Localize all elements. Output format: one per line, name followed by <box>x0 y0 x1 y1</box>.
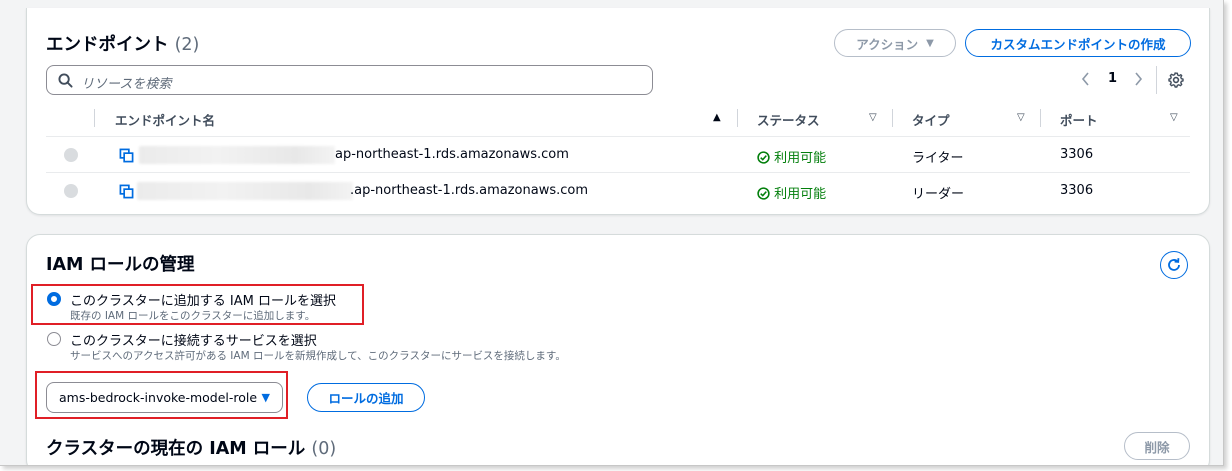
sort-icon[interactable]: ▽ <box>869 112 877 123</box>
add-role-label: ロールの追加 <box>328 391 404 406</box>
endpoint-port: 3306 <box>1060 183 1094 198</box>
search-placeholder: リソースを検索 <box>81 77 172 92</box>
search-input[interactable]: リソースを検索 <box>46 65 653 95</box>
radio-button-unselected[interactable] <box>47 332 61 346</box>
status-badge: 利用可能 <box>757 183 826 202</box>
previous-page-icon[interactable] <box>1081 72 1091 90</box>
column-separator <box>1040 109 1041 127</box>
window-frame: エンドポイント (2) アクション ▼ カスタムエンドポイントの作成 リソースを… <box>0 0 1224 466</box>
column-header-type[interactable]: タイプ <box>912 110 950 129</box>
endpoints-heading: エンドポイント (2) <box>46 31 199 56</box>
option2-label: このクラスターに接続するサービスを選択 <box>70 334 317 349</box>
redacted-endpoint-name <box>137 182 353 200</box>
column-header-port[interactable]: ポート <box>1060 110 1098 129</box>
create-custom-endpoint-label: カスタムエンドポイントの作成 <box>990 36 1166 52</box>
actions-button[interactable]: アクション ▼ <box>834 29 956 57</box>
column-header-status[interactable]: ステータス <box>757 110 820 129</box>
current-roles-count: (0) <box>311 439 337 459</box>
row-divider <box>46 172 1190 173</box>
check-circle-icon <box>757 151 770 164</box>
sort-ascending-icon[interactable]: ▲ <box>713 112 721 123</box>
sort-icon[interactable]: ▽ <box>1017 112 1025 123</box>
pager-divider <box>1156 66 1157 94</box>
status-text: 利用可能 <box>774 151 827 166</box>
refresh-icon <box>1168 258 1180 271</box>
column-separator <box>737 109 738 127</box>
column-separator <box>94 109 95 127</box>
check-circle-icon <box>757 187 770 200</box>
iam-heading: IAM ロールの管理 <box>46 255 195 275</box>
delete-button[interactable]: 削除 <box>1124 432 1190 460</box>
refresh-button[interactable] <box>1160 251 1188 279</box>
header-divider <box>46 136 1190 137</box>
endpoints-count: (2) <box>174 35 200 55</box>
row-select-radio[interactable] <box>64 148 78 162</box>
current-roles-title: クラスターの現在の IAM ロール <box>46 439 306 459</box>
status-text: 利用可能 <box>774 187 827 202</box>
copy-icon[interactable] <box>119 184 134 199</box>
column-separator <box>892 109 893 127</box>
column-header-name[interactable]: エンドポイント名 <box>115 110 215 129</box>
endpoints-title: エンドポイント <box>46 35 169 55</box>
row-select-radio[interactable] <box>64 184 78 198</box>
highlight-box <box>31 284 364 325</box>
option2-description: サービスへのアクセス許可がある IAM ロールを新規作成して、このクラスターにサ… <box>70 350 566 362</box>
endpoint-type: リーダー <box>912 187 965 202</box>
settings-gear-icon[interactable] <box>1168 72 1184 92</box>
delete-label: 削除 <box>1144 439 1170 455</box>
iam-roles-panel: IAM ロールの管理 このクラスターに追加する IAM ロールを選択 既存の I… <box>26 234 1210 465</box>
search-icon <box>58 73 73 88</box>
endpoints-panel: エンドポイント (2) アクション ▼ カスタムエンドポイントの作成 リソースを… <box>26 8 1210 215</box>
status-badge: 利用可能 <box>757 147 826 166</box>
endpoint-port: 3306 <box>1060 147 1094 162</box>
next-page-icon[interactable] <box>1133 72 1143 90</box>
redacted-endpoint-name <box>139 146 335 164</box>
actions-label: アクション <box>856 36 919 52</box>
current-roles-heading: クラスターの現在の IAM ロール (0) <box>46 435 336 460</box>
copy-icon[interactable] <box>119 148 134 163</box>
endpoint-type: ライター <box>912 151 964 166</box>
endpoint-name-suffix: .ap-northeast-1.rds.amazonaws.com <box>350 183 588 198</box>
highlight-box <box>35 371 288 419</box>
caret-down-icon: ▼ <box>926 37 934 49</box>
add-role-button[interactable]: ロールの追加 <box>307 383 425 412</box>
current-page[interactable]: 1 <box>1108 71 1117 86</box>
endpoint-name-suffix: ap-northeast-1.rds.amazonaws.com <box>335 147 569 162</box>
sort-icon[interactable]: ▽ <box>1170 112 1178 123</box>
create-custom-endpoint-button[interactable]: カスタムエンドポイントの作成 <box>965 29 1191 57</box>
